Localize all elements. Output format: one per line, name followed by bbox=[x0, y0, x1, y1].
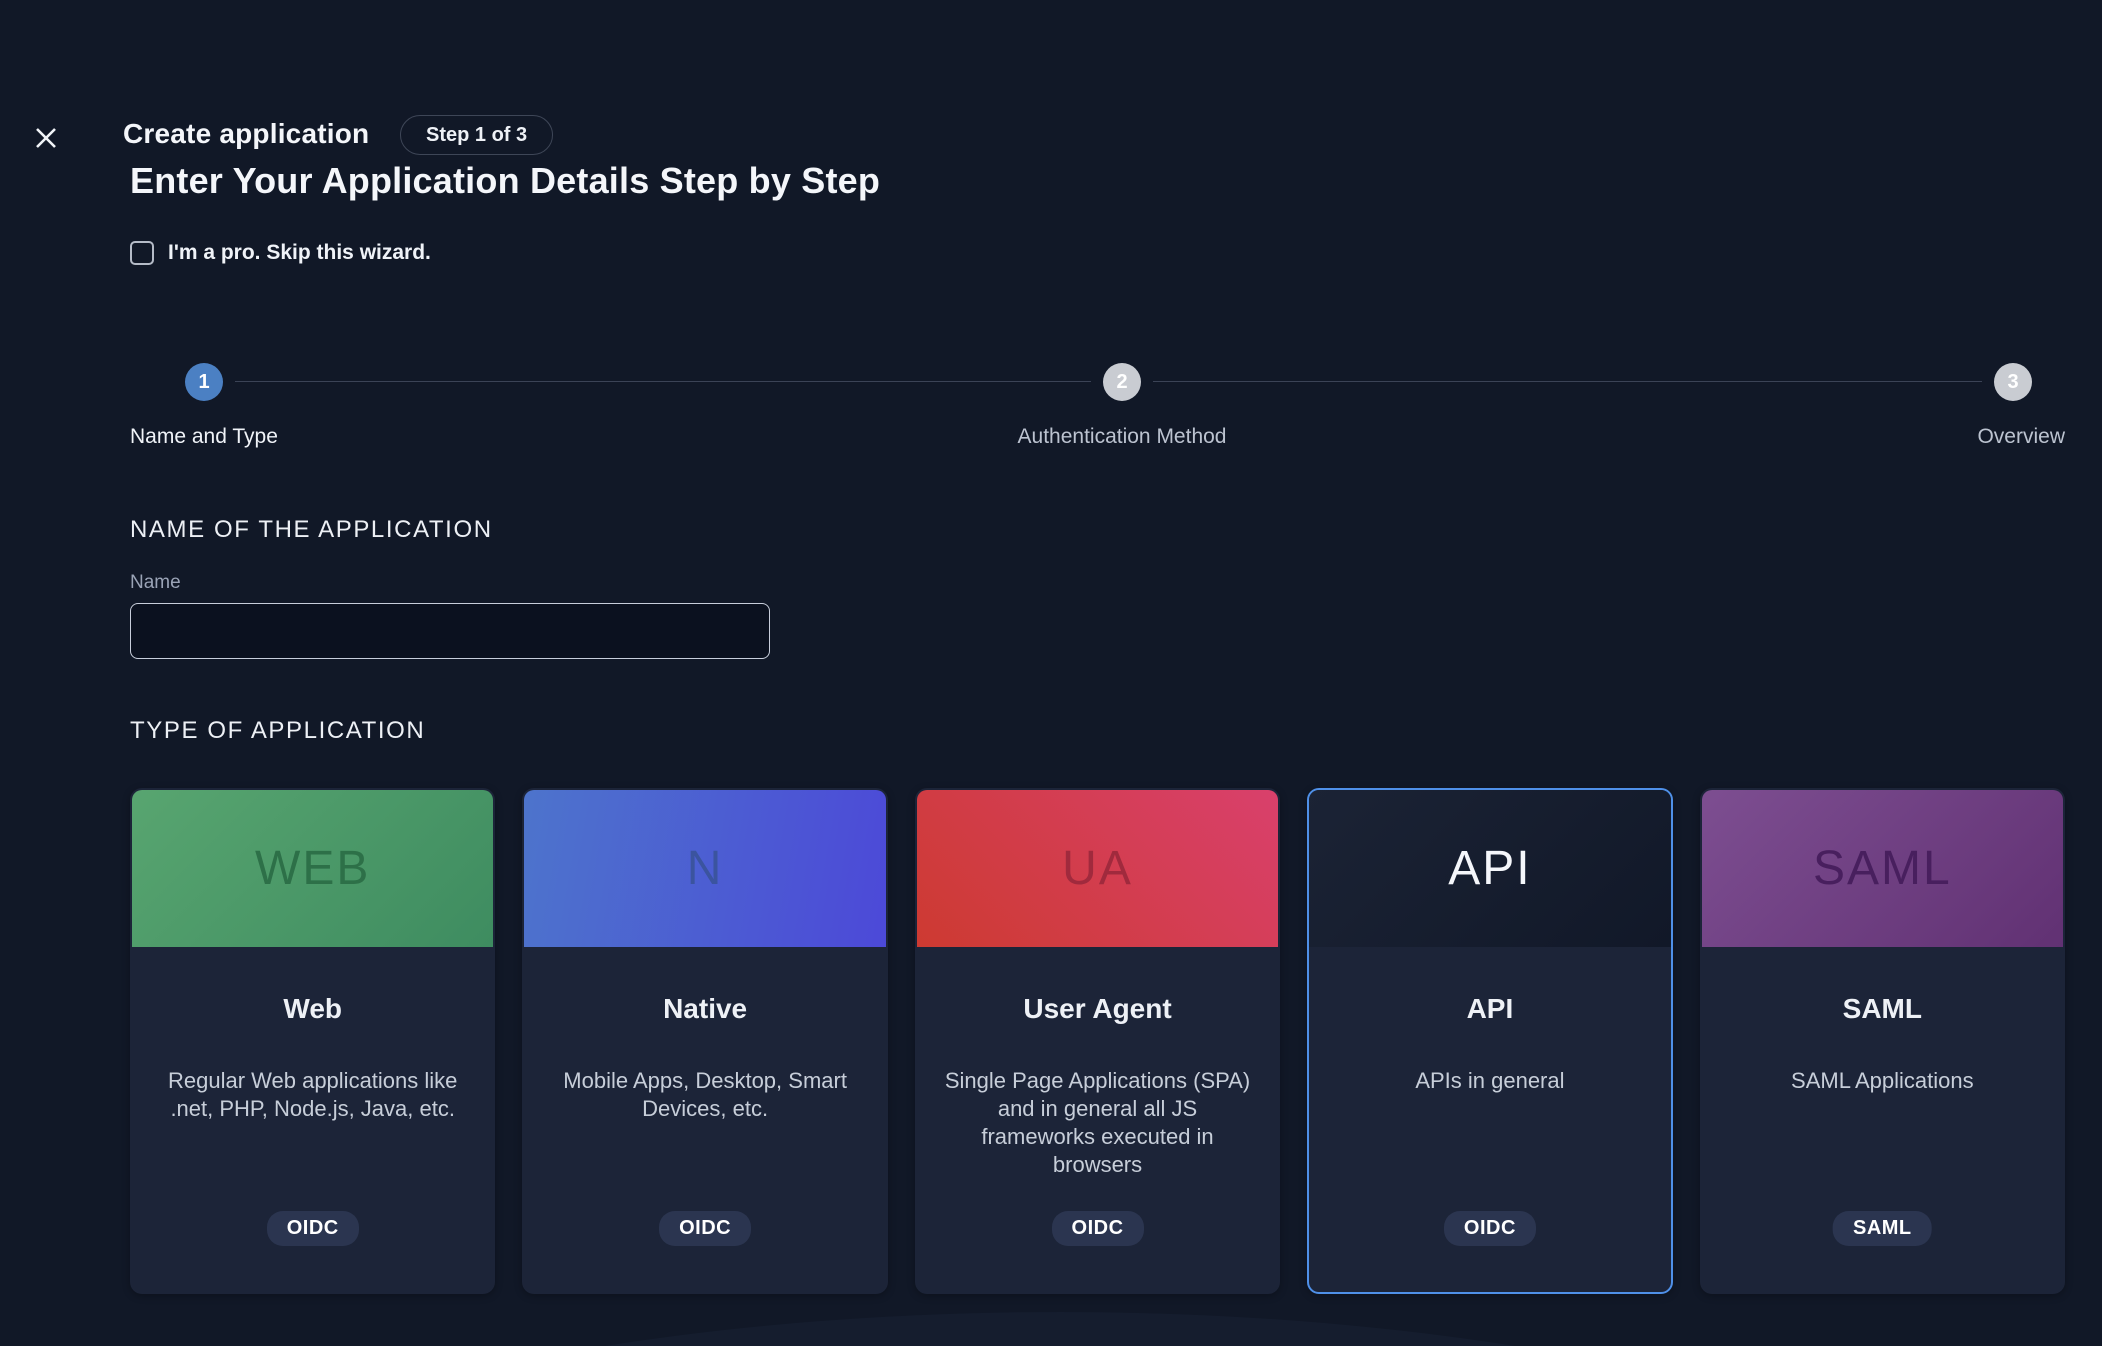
card-banner-text: API bbox=[1448, 841, 1531, 896]
close-button[interactable] bbox=[33, 124, 61, 152]
card-banner: SAML bbox=[1702, 790, 2063, 947]
app-type-card-native[interactable]: N Native Mobile Apps, Desktop, Smart Dev… bbox=[522, 788, 887, 1294]
card-title: Native bbox=[663, 993, 747, 1025]
app-type-card-web[interactable]: WEB Web Regular Web applications like .n… bbox=[130, 788, 495, 1294]
wizard-heading: Enter Your Application Details Step by S… bbox=[130, 160, 880, 202]
step-1-circle[interactable]: 1 bbox=[185, 363, 223, 401]
background-arc-decoration bbox=[60, 1312, 2060, 1346]
card-banner: API bbox=[1309, 790, 1670, 947]
skip-wizard-label: I'm a pro. Skip this wizard. bbox=[168, 241, 431, 265]
stepper-line bbox=[235, 381, 1091, 382]
card-protocol-badge: OIDC bbox=[659, 1211, 751, 1246]
step-badge: Step 1 of 3 bbox=[400, 115, 553, 155]
card-description: SAML Applications bbox=[1765, 1067, 2000, 1095]
card-protocol-badge: OIDC bbox=[267, 1211, 359, 1246]
step-2-label: Authentication Method bbox=[1018, 425, 1227, 449]
card-banner-text: WEB bbox=[255, 841, 370, 896]
card-banner: N bbox=[524, 790, 885, 947]
stepper-line bbox=[1153, 381, 1982, 382]
card-banner-text: N bbox=[687, 841, 724, 896]
name-field-label: Name bbox=[130, 572, 181, 594]
card-title: User Agent bbox=[1023, 993, 1171, 1025]
step-3-circle[interactable]: 3 bbox=[1994, 363, 2032, 401]
name-section-title: NAME OF THE APPLICATION bbox=[130, 516, 493, 544]
wizard-stepper: 1 2 3 Name and Type Authentication Metho… bbox=[130, 363, 2065, 458]
app-type-card-user-agent[interactable]: UA User Agent Single Page Applications (… bbox=[915, 788, 1280, 1294]
step-3-number: 3 bbox=[2007, 371, 2018, 394]
card-description: APIs in general bbox=[1389, 1067, 1590, 1095]
card-protocol-badge: SAML bbox=[1833, 1211, 1932, 1246]
app-type-card-saml[interactable]: SAML SAML SAML Applications SAML bbox=[1700, 788, 2065, 1294]
card-protocol-badge: OIDC bbox=[1052, 1211, 1144, 1246]
name-input[interactable] bbox=[130, 603, 770, 659]
page-title: Create application bbox=[123, 118, 369, 150]
card-description: Regular Web applications like .net, PHP,… bbox=[132, 1067, 493, 1123]
card-description: Mobile Apps, Desktop, Smart Devices, etc… bbox=[524, 1067, 885, 1123]
step-1-label: Name and Type bbox=[130, 425, 278, 449]
card-description: Single Page Applications (SPA) and in ge… bbox=[917, 1067, 1278, 1180]
card-banner: UA bbox=[917, 790, 1278, 947]
card-banner: WEB bbox=[132, 790, 493, 947]
card-title: Web bbox=[283, 993, 342, 1025]
card-banner-text: SAML bbox=[1813, 841, 1952, 896]
wizard-header: Create application Step 1 of 3 bbox=[0, 58, 2102, 102]
skip-wizard-row[interactable]: I'm a pro. Skip this wizard. bbox=[130, 238, 431, 268]
card-protocol-badge: OIDC bbox=[1444, 1211, 1536, 1246]
app-type-card-api[interactable]: API API APIs in general OIDC bbox=[1307, 788, 1672, 1294]
create-application-wizard: Create application Step 1 of 3 Enter You… bbox=[0, 0, 2102, 1346]
step-2-circle[interactable]: 2 bbox=[1103, 363, 1141, 401]
card-title: SAML bbox=[1843, 993, 1922, 1025]
close-icon bbox=[33, 125, 61, 151]
step-1-number: 1 bbox=[198, 371, 209, 394]
skip-wizard-checkbox[interactable] bbox=[130, 241, 154, 265]
card-banner-text: UA bbox=[1062, 841, 1133, 896]
type-section-title: TYPE OF APPLICATION bbox=[130, 717, 425, 745]
card-title: API bbox=[1467, 993, 1514, 1025]
application-type-cards: WEB Web Regular Web applications like .n… bbox=[130, 788, 2065, 1294]
step-3-label: Overview bbox=[1977, 425, 2065, 449]
step-2-number: 2 bbox=[1116, 371, 1127, 394]
